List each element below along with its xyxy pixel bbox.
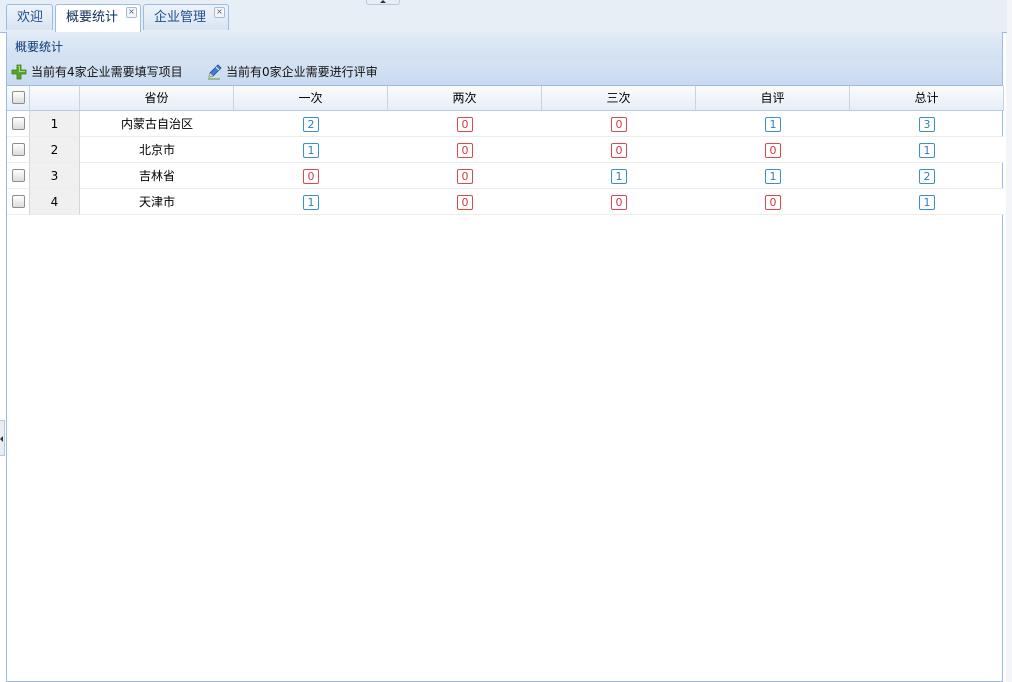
col-header-province[interactable]: 省份: [80, 86, 234, 111]
total-cell: 2: [850, 163, 1004, 189]
twice-count-badge[interactable]: 0: [457, 143, 473, 158]
thrice-cell: 0: [542, 111, 696, 137]
row-number: 3: [30, 163, 80, 189]
panel-header: 概要统计: [7, 32, 1002, 60]
collapse-west-handle[interactable]: [0, 420, 5, 456]
panel-title: 概要统计: [15, 40, 64, 54]
twice-count-badge[interactable]: 0: [457, 195, 473, 210]
row-checkbox[interactable]: [11, 143, 25, 156]
table-row[interactable]: 3 吉林省 0 0 1 1 2: [7, 163, 1004, 189]
thrice-count-badge[interactable]: 0: [611, 195, 627, 210]
twice-count-badge[interactable]: 0: [457, 169, 473, 184]
self-count-badge[interactable]: 0: [765, 143, 781, 158]
once-count-badge[interactable]: 1: [303, 143, 319, 158]
tab-enterprise-management[interactable]: 企业管理 ×: [143, 4, 229, 30]
once-count-badge[interactable]: 0: [303, 169, 319, 184]
once-cell: 1: [234, 189, 388, 215]
row-select-cell: [7, 163, 30, 189]
tab-welcome[interactable]: 欢迎: [6, 4, 53, 30]
overview-panel: 概要统计 当前有4家企业需要填写项目 当前有0家企业需要进行评审 省份 一次 两…: [6, 32, 1004, 682]
col-header-twice[interactable]: 两次: [388, 86, 542, 111]
twice-cell: 0: [388, 111, 542, 137]
total-cell: 3: [850, 111, 1004, 137]
row-checkbox[interactable]: [11, 169, 25, 182]
col-header-self[interactable]: 自评: [696, 86, 850, 111]
self-count-badge[interactable]: 1: [765, 117, 781, 132]
col-header-total[interactable]: 总计: [850, 86, 1004, 111]
grid-header-row: 省份 一次 两次 三次 自评 总计: [7, 86, 1004, 112]
self-count-badge[interactable]: 0: [765, 195, 781, 210]
twice-count-badge[interactable]: 0: [457, 117, 473, 132]
row-number: 4: [30, 189, 80, 215]
province-cell: 北京市: [80, 137, 234, 163]
once-cell: 0: [234, 163, 388, 189]
select-all-cell: [7, 86, 30, 111]
row-number: 2: [30, 137, 80, 163]
row-select-cell: [7, 137, 30, 163]
rownum-header: [30, 86, 80, 111]
province-cell: 天津市: [80, 189, 234, 215]
twice-cell: 0: [388, 163, 542, 189]
table-row[interactable]: 2 北京市 1 0 0 0 1: [7, 137, 1004, 163]
fill-project-button[interactable]: 当前有4家企业需要填写项目: [11, 63, 201, 81]
thrice-cell: 0: [542, 137, 696, 163]
once-cell: 1: [234, 137, 388, 163]
col-header-thrice[interactable]: 三次: [542, 86, 696, 111]
thrice-count-badge[interactable]: 1: [611, 169, 627, 184]
self-cell: 0: [696, 189, 850, 215]
total-count-badge[interactable]: 1: [919, 195, 935, 210]
tab-label: 欢迎: [17, 10, 44, 25]
row-number: 1: [30, 111, 80, 137]
total-cell: 1: [850, 189, 1004, 215]
once-count-badge[interactable]: 2: [303, 117, 319, 132]
self-count-badge[interactable]: 1: [765, 169, 781, 184]
row-select-cell: [7, 189, 30, 215]
review-label: 当前有0家企业需要进行评审: [226, 65, 378, 79]
once-count-badge[interactable]: 1: [303, 195, 319, 210]
close-icon[interactable]: ×: [126, 7, 137, 18]
pencil-icon: [208, 64, 222, 80]
thrice-count-badge[interactable]: 0: [611, 143, 627, 158]
table-row[interactable]: 1 内蒙古自治区 2 0 0 1 3: [7, 111, 1004, 137]
arrow-left-icon: [0, 436, 3, 442]
total-cell: 1: [850, 137, 1004, 163]
once-cell: 2: [234, 111, 388, 137]
self-cell: 1: [696, 111, 850, 137]
select-all-checkbox[interactable]: [11, 91, 25, 104]
thrice-cell: 1: [542, 163, 696, 189]
review-button[interactable]: 当前有0家企业需要进行评审: [206, 63, 396, 81]
tab-label: 企业管理: [154, 10, 207, 25]
row-checkbox[interactable]: [11, 195, 25, 208]
row-select-cell: [7, 111, 30, 137]
tab-overview-stats[interactable]: 概要统计 ×: [55, 4, 141, 33]
self-cell: 0: [696, 137, 850, 163]
self-cell: 1: [696, 163, 850, 189]
col-header-once[interactable]: 一次: [234, 86, 388, 111]
add-plus-icon: [11, 64, 27, 80]
thrice-cell: 0: [542, 189, 696, 215]
arrow-up-icon: [380, 0, 386, 3]
total-count-badge[interactable]: 1: [919, 143, 935, 158]
total-count-badge[interactable]: 3: [919, 117, 935, 132]
total-count-badge[interactable]: 2: [919, 169, 935, 184]
thrice-count-badge[interactable]: 0: [611, 117, 627, 132]
tab-label: 概要统计: [66, 10, 119, 25]
toolbar: 当前有4家企业需要填写项目 当前有0家企业需要进行评审: [7, 59, 1002, 86]
table-row[interactable]: 4 天津市 1 0 0 0 1: [7, 189, 1004, 215]
twice-cell: 0: [388, 137, 542, 163]
fill-project-label: 当前有4家企业需要填写项目: [31, 65, 183, 79]
province-cell: 内蒙古自治区: [80, 111, 234, 137]
close-icon[interactable]: ×: [214, 7, 225, 18]
row-checkbox[interactable]: [11, 117, 25, 130]
tab-strip: 欢迎 概要统计 × 企业管理 ×: [0, 0, 1007, 33]
province-cell: 吉林省: [80, 163, 234, 189]
collapse-north-handle[interactable]: [366, 0, 400, 5]
twice-cell: 0: [388, 189, 542, 215]
right-border: [1006, 0, 1012, 682]
